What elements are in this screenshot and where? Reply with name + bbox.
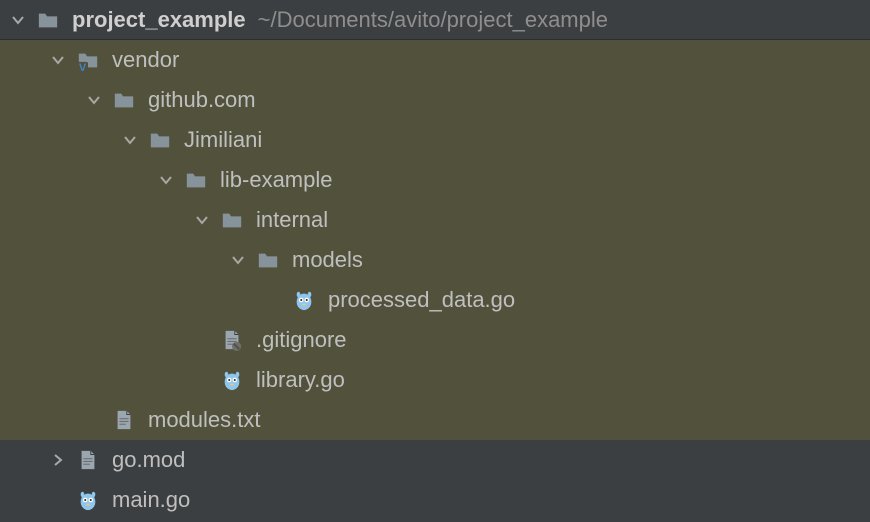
folder-vendor-icon: V (76, 48, 100, 72)
project-name-label: project_example (72, 7, 246, 33)
go-file-icon (292, 288, 316, 312)
tree-item-label: lib-example (220, 167, 333, 193)
tree-item-label: github.com (148, 87, 256, 113)
tree-item-label: library.go (256, 367, 345, 393)
tree-item-go-mod[interactable]: go.mod (0, 440, 870, 480)
tree-item-models[interactable]: models (0, 240, 870, 280)
text-file-icon (76, 448, 100, 472)
tree-item-lib-example[interactable]: lib-example (0, 160, 870, 200)
tree-item-jimiliani[interactable]: Jimiliani (0, 120, 870, 160)
folder-icon (148, 128, 172, 152)
tree-item-library[interactable]: library.go (0, 360, 870, 400)
tree-item-github[interactable]: github.com (0, 80, 870, 120)
tree-item-processed-data[interactable]: processed_data.go (0, 280, 870, 320)
chevron-down-icon[interactable] (194, 212, 210, 228)
tree-item-label: models (292, 247, 363, 273)
chevron-down-icon[interactable] (122, 132, 138, 148)
folder-icon (112, 88, 136, 112)
tree-item-label: .gitignore (256, 327, 347, 353)
folder-icon (184, 168, 208, 192)
tree-item-label: processed_data.go (328, 287, 515, 313)
folder-icon (36, 8, 60, 32)
tree-item-label: main.go (112, 487, 190, 513)
go-file-icon (76, 488, 100, 512)
tree-item-vendor[interactable]: V vendor (0, 40, 870, 80)
tree-item-main-go[interactable]: main.go (0, 480, 870, 520)
tree-item-internal[interactable]: internal (0, 200, 870, 240)
svg-text:V: V (79, 62, 87, 71)
go-file-icon (220, 368, 244, 392)
gitignore-file-icon (220, 328, 244, 352)
tree-item-label: modules.txt (148, 407, 261, 433)
tree-item-label: go.mod (112, 447, 185, 473)
chevron-down-icon[interactable] (158, 172, 174, 188)
tree-item-label: internal (256, 207, 328, 233)
project-root-row[interactable]: project_example ~/Documents/avito/projec… (0, 0, 870, 40)
chevron-down-icon[interactable] (230, 252, 246, 268)
chevron-down-icon[interactable] (50, 52, 66, 68)
chevron-down-icon[interactable] (10, 12, 26, 28)
folder-icon (220, 208, 244, 232)
folder-icon (256, 248, 280, 272)
tree-item-label: vendor (112, 47, 179, 73)
tree-item-gitignore[interactable]: .gitignore (0, 320, 870, 360)
chevron-down-icon[interactable] (86, 92, 102, 108)
project-path-label: ~/Documents/avito/project_example (258, 7, 608, 33)
text-file-icon (112, 408, 136, 432)
tree-item-modules-txt[interactable]: modules.txt (0, 400, 870, 440)
chevron-right-icon[interactable] (50, 452, 66, 468)
tree-item-label: Jimiliani (184, 127, 262, 153)
